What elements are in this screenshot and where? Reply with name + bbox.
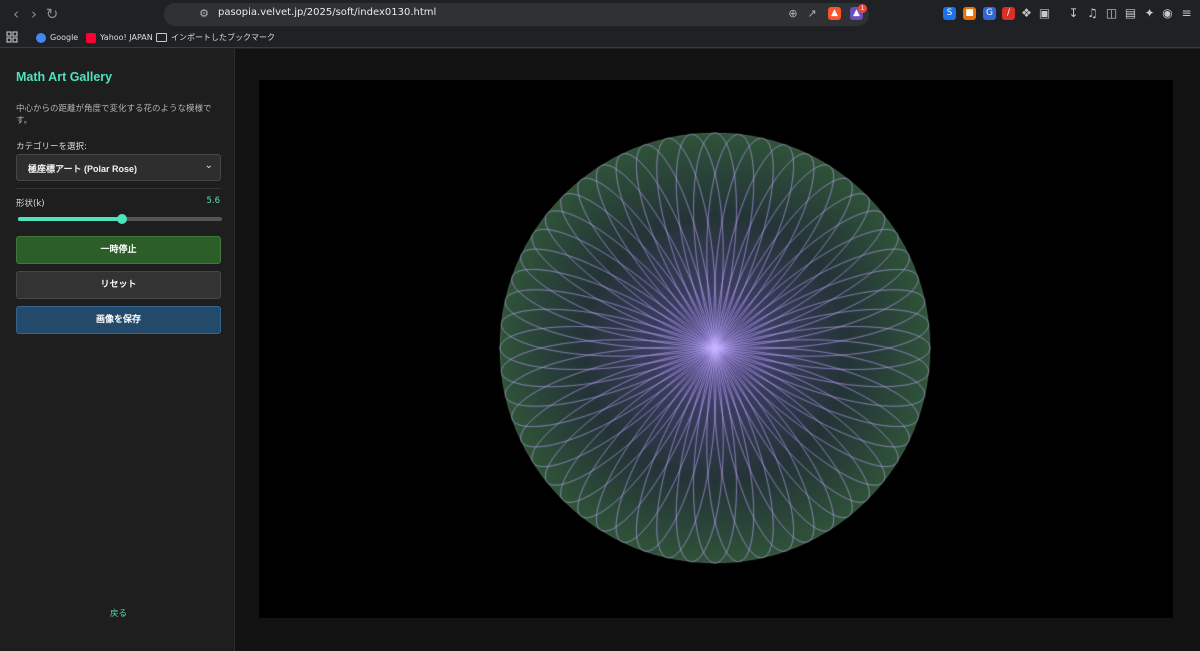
- reload-icon[interactable]: ↻: [42, 4, 62, 24]
- back-link[interactable]: 戻る: [110, 607, 127, 619]
- zoom-icon[interactable]: ⊕: [785, 6, 801, 22]
- share-icon[interactable]: ↗: [804, 6, 820, 22]
- wallet-icon[interactable]: ▤: [1123, 6, 1138, 21]
- reset-button[interactable]: リセット: [16, 271, 221, 299]
- sidebar: Math Art Gallery 中心からの距離が角度で変化する花のような模様で…: [0, 49, 235, 651]
- bookmark-imported-folder[interactable]: インポートしたブックマーク: [156, 31, 275, 45]
- media-icon[interactable]: ♫: [1085, 6, 1100, 21]
- extension-translate-icon[interactable]: G: [983, 7, 996, 20]
- vpn-shield-icon[interactable]: ◉: [1160, 6, 1175, 21]
- shape-k-label: 形状(k): [16, 199, 45, 209]
- address-bar[interactable]: ⚙ pasopia.velvet.jp/2025/soft/index0130.…: [164, 3, 869, 26]
- menu-icon[interactable]: ≡: [1179, 6, 1194, 21]
- chevron-down-icon: ⌄: [204, 160, 213, 171]
- forward-arrow-icon[interactable]: ›: [24, 4, 44, 24]
- browser-toolbar: ‹ › ↻ ⚙ pasopia.velvet.jp/2025/soft/inde…: [0, 0, 1200, 28]
- page-content: Math Art Gallery 中心からの距離が角度で変化する花のような模様で…: [0, 49, 1200, 651]
- extension-s-icon[interactable]: S: [943, 7, 956, 20]
- divider: [16, 188, 221, 189]
- category-label: カテゴリーを選択:: [16, 142, 87, 152]
- bookmark-yahoo[interactable]: Yahoo! JAPAN: [86, 31, 153, 45]
- bookmark-google[interactable]: Google: [36, 31, 78, 45]
- download-icon[interactable]: ↧: [1066, 6, 1081, 21]
- google-icon: [36, 32, 46, 43]
- polar-rose-canvas[interactable]: [259, 80, 1173, 618]
- save-image-button[interactable]: 画像を保存: [16, 306, 221, 334]
- art-description: 中心からの距離が角度で変化する花のような模様です。: [16, 104, 212, 126]
- shape-k-slider[interactable]: [18, 214, 222, 224]
- browser-window: ‹ › ↻ ⚙ pasopia.velvet.jp/2025/soft/inde…: [0, 0, 1200, 651]
- yahoo-icon: [86, 32, 96, 43]
- site-info-icon[interactable]: ⚙: [196, 6, 212, 22]
- leo-ai-icon[interactable]: ✦: [1142, 6, 1157, 21]
- category-selected-value: 極座標アート (Polar Rose): [28, 164, 137, 174]
- extension-orange-icon[interactable]: ■: [963, 7, 976, 20]
- app-title: Math Art Gallery: [16, 70, 113, 84]
- canvas-area: [236, 49, 1200, 651]
- slider-thumb[interactable]: [117, 214, 128, 224]
- sidebar-toggle-icon[interactable]: ◫: [1104, 6, 1119, 21]
- bookmarks-bar: Google Yahoo! JAPAN インポートしたブックマーク: [0, 28, 1200, 48]
- url-text: pasopia.velvet.jp/2025/soft/index0130.ht…: [218, 7, 437, 18]
- apps-grid-icon[interactable]: [6, 31, 18, 45]
- pause-button[interactable]: 一時停止: [16, 236, 221, 264]
- brave-shield-icon[interactable]: ▲: [828, 7, 841, 20]
- extension-red-icon[interactable]: /: [1002, 7, 1015, 20]
- back-arrow-icon[interactable]: ‹: [6, 4, 26, 24]
- shape-k-value: 5.6: [206, 196, 220, 206]
- slider-fill: [18, 217, 123, 221]
- category-select[interactable]: 極座標アート (Polar Rose) ⌄: [16, 154, 221, 181]
- extensions-puzzle-icon[interactable]: ❖: [1019, 6, 1034, 21]
- notification-badge: 1: [858, 4, 867, 13]
- screenshot-icon[interactable]: ▣: [1037, 6, 1052, 21]
- folder-icon: [156, 33, 167, 42]
